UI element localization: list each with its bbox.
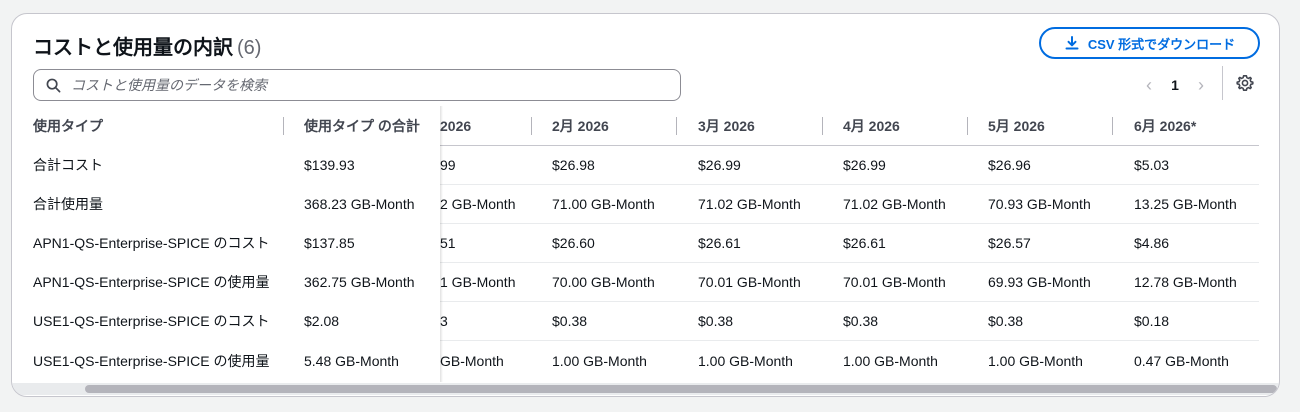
cost-usage-panel: コストと使用量の内訳(6) CSV 形式でダウンロード ‹ 1 › 使用タイプ … bbox=[11, 13, 1280, 397]
breakdown-table: 使用タイプ 使用タイプ の合計 2026 2月 2026 3月 2026 4月 … bbox=[12, 106, 1259, 382]
total-cell: $139.93 bbox=[304, 157, 355, 173]
total-cell: 362.75 GB-Month bbox=[304, 274, 415, 290]
month-cell: 69.93 GB-Month bbox=[988, 274, 1091, 290]
month-cell: 71.02 GB-Month bbox=[698, 196, 801, 212]
search-box bbox=[33, 69, 681, 101]
month-cell: $26.57 bbox=[988, 235, 1031, 251]
download-csv-button[interactable]: CSV 形式でダウンロード bbox=[1039, 27, 1260, 59]
total-cell: 5.48 GB-Month bbox=[304, 352, 399, 369]
search-icon bbox=[46, 78, 61, 92]
sticky-columns-shadow bbox=[440, 106, 443, 382]
chevron-right-icon[interactable]: › bbox=[1190, 72, 1212, 98]
total-cell: 368.23 GB-Month bbox=[304, 196, 415, 212]
page-number[interactable]: 1 bbox=[1160, 77, 1190, 93]
month-cell: 70.01 GB-Month bbox=[843, 274, 946, 290]
month-cell: $0.38 bbox=[843, 313, 879, 329]
usage-type-cell: APN1-QS-Enterprise-SPICE のコスト bbox=[33, 235, 270, 251]
usage-type-cell: USE1-QS-Enterprise-SPICE のコスト bbox=[33, 313, 270, 329]
usage-type-cell: 合計使用量 bbox=[33, 196, 103, 212]
panel-title-text: コストと使用量の内訳 bbox=[33, 37, 233, 59]
table-row: APN1-QS-Enterprise-SPICE のコスト $137.85 51… bbox=[12, 224, 1259, 263]
scrollbar-thumb[interactable] bbox=[85, 385, 1277, 393]
column-header-month-5[interactable]: 5月 2026 bbox=[988, 106, 1045, 145]
column-resizer[interactable] bbox=[531, 117, 532, 135]
column-header-month-6[interactable]: 6月 2026* bbox=[1134, 106, 1196, 145]
horizontal-scrollbar[interactable] bbox=[12, 383, 1279, 395]
month-cell: $0.38 bbox=[988, 313, 1024, 329]
column-resizer[interactable] bbox=[967, 117, 968, 135]
column-header-total[interactable]: 使用タイプ の合計 bbox=[304, 106, 420, 145]
column-resizer[interactable] bbox=[822, 117, 823, 135]
month-cell: 70.93 GB-Month bbox=[988, 196, 1091, 212]
month-cell: 71.02 GB-Month bbox=[843, 196, 946, 212]
total-cell: $137.85 bbox=[304, 235, 355, 251]
table-row: APN1-QS-Enterprise-SPICE の使用量 362.75 GB-… bbox=[12, 263, 1259, 302]
panel-title: コストと使用量の内訳 (6) bbox=[33, 31, 261, 60]
month-cell: $26.98 bbox=[552, 157, 595, 173]
chevron-left-icon[interactable]: ‹ bbox=[1138, 72, 1160, 98]
column-header-usage-type[interactable]: 使用タイプ bbox=[33, 106, 103, 145]
month-cell: 1 GB-Month bbox=[440, 274, 516, 290]
month-cell: $26.99 bbox=[698, 157, 741, 173]
month-cell: 2 GB-Month bbox=[440, 196, 516, 212]
month-cell: $0.38 bbox=[698, 313, 734, 329]
month-cell: $26.96 bbox=[988, 157, 1031, 173]
month-cell: $26.61 bbox=[698, 235, 741, 251]
month-cell: $0.38 bbox=[552, 313, 588, 329]
month-cell: 12.78 GB-Month bbox=[1134, 274, 1237, 290]
search-input[interactable] bbox=[71, 77, 680, 93]
column-header-month-2[interactable]: 2月 2026 bbox=[552, 106, 609, 145]
month-cell: 71.00 GB-Month bbox=[552, 196, 655, 212]
column-header-month-1[interactable]: 2026 bbox=[440, 106, 471, 145]
month-cell: 1.00 GB-Month bbox=[552, 352, 647, 369]
month-cell: 0.47 GB-Month bbox=[1134, 352, 1229, 369]
table-row: USE1-QS-Enterprise-SPICE のコスト $2.08 3 $0… bbox=[12, 302, 1259, 341]
row-count: (6) bbox=[237, 37, 262, 59]
total-cell: $2.08 bbox=[304, 313, 340, 329]
month-cell: $26.99 bbox=[843, 157, 886, 173]
month-cell: 70.01 GB-Month bbox=[698, 274, 801, 290]
table-row: USE1-QS-Enterprise-SPICE の使用量 5.48 GB-Mo… bbox=[12, 341, 1259, 380]
month-cell: 70.00 GB-Month bbox=[552, 274, 655, 290]
month-cell: 1.00 GB-Month bbox=[843, 352, 938, 369]
usage-type-cell: 合計コスト bbox=[33, 157, 103, 173]
usage-type-cell: APN1-QS-Enterprise-SPICE の使用量 bbox=[33, 274, 270, 290]
download-csv-label: CSV 形式でダウンロード bbox=[1087, 36, 1236, 52]
month-cell: $4.86 bbox=[1134, 235, 1170, 251]
pager-divider bbox=[1222, 66, 1223, 100]
column-resizer[interactable] bbox=[1112, 117, 1113, 135]
column-header-month-3[interactable]: 3月 2026 bbox=[698, 106, 755, 145]
column-resizer[interactable] bbox=[283, 117, 284, 135]
usage-type-cell: USE1-QS-Enterprise-SPICE の使用量 bbox=[33, 352, 270, 369]
month-cell: $26.61 bbox=[843, 235, 886, 251]
pagination: ‹ 1 › bbox=[1138, 72, 1212, 98]
column-resizer[interactable] bbox=[676, 117, 677, 135]
month-cell: GB-Month bbox=[440, 352, 504, 369]
download-icon bbox=[1065, 36, 1079, 50]
gear-icon[interactable] bbox=[1236, 74, 1254, 92]
month-cell: $5.03 bbox=[1134, 157, 1170, 173]
month-cell: $0.18 bbox=[1134, 313, 1170, 329]
month-cell: 1.00 GB-Month bbox=[698, 352, 793, 369]
month-cell: 1.00 GB-Month bbox=[988, 352, 1083, 369]
column-header-month-4[interactable]: 4月 2026 bbox=[843, 106, 900, 145]
month-cell: $26.60 bbox=[552, 235, 595, 251]
month-cell: 13.25 GB-Month bbox=[1134, 196, 1237, 212]
